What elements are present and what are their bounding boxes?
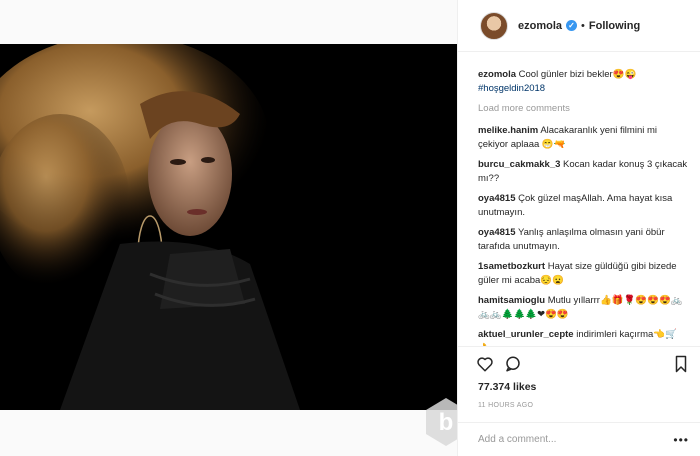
comment-item: aktuel_urunler_cepte indirimleri kaçırma… — [478, 328, 688, 346]
load-more-comments-link[interactable]: Load more comments — [478, 102, 688, 116]
comment-username[interactable]: 1sametbozkurt — [478, 261, 545, 272]
post-actions: 77.374 likes 11 HOURS AGO Add a comment.… — [458, 346, 700, 456]
comment-item: oya4815 Yanlış anlaşılma olmasın yani öb… — [478, 226, 688, 254]
comment-username[interactable]: aktuel_urunler_cepte — [478, 329, 574, 340]
add-comment-input[interactable]: Add a comment... — [478, 434, 556, 445]
caption-username[interactable]: ezomola — [478, 69, 516, 80]
header-separator: • — [581, 19, 585, 32]
caption-text: Cool günler bizi bekler😍😜 — [518, 69, 637, 80]
post-side-panel: ezomola ✓ • Following ezomola Cool günle… — [457, 0, 700, 456]
header-username[interactable]: ezomola — [518, 20, 562, 32]
caption: ezomola Cool günler bizi bekler😍😜 #hoşge… — [478, 68, 688, 96]
comment-item: oya4815 Çok güzel maşAllah. Ama hayat kı… — [478, 192, 688, 220]
add-comment-bar: Add a comment... ••• — [458, 422, 700, 456]
heart-icon[interactable] — [476, 355, 494, 378]
post-timestamp: 11 HOURS AGO — [478, 402, 534, 409]
verified-icon: ✓ — [566, 20, 578, 31]
comment-username[interactable]: melike.hanim — [478, 125, 538, 136]
comment-item: melike.hanim Alacakaranlık yeni filmini … — [478, 124, 688, 152]
bookmark-icon[interactable] — [673, 355, 689, 378]
post-photo[interactable] — [0, 44, 457, 410]
svg-text:b: b — [439, 409, 454, 436]
action-icons — [476, 355, 522, 378]
likes-count[interactable]: 77.374 likes — [478, 381, 536, 393]
following-button[interactable]: Following — [589, 20, 640, 32]
comment-item: hamitsamioglu Mutlu yıllarrr👍🎁🌹😍😍😍🚲🚲🚲🌲🌲🌲… — [478, 294, 688, 322]
comment-icon[interactable] — [504, 355, 522, 378]
post-header: ezomola ✓ • Following — [458, 0, 700, 52]
comment-item: 1sametbozkurt Hayat size güldüğü gibi bi… — [478, 260, 688, 288]
portrait-image — [0, 44, 457, 410]
comment-username[interactable]: hamitsamioglu — [478, 295, 545, 306]
comment-list: ezomola Cool günler bizi bekler😍😜 #hoşge… — [478, 68, 688, 346]
comment-username[interactable]: oya4815 — [478, 193, 516, 204]
comment-username[interactable]: oya4815 — [478, 227, 516, 238]
more-options-button[interactable]: ••• — [673, 433, 689, 447]
comment-item: burcu_cakmakk_3 Kocan kadar konuş 3 çıka… — [478, 158, 688, 186]
comment-username[interactable]: burcu_cakmakk_3 — [478, 159, 560, 170]
caption-hashtag[interactable]: #hoşgeldin2018 — [478, 82, 688, 96]
avatar[interactable] — [480, 11, 508, 40]
